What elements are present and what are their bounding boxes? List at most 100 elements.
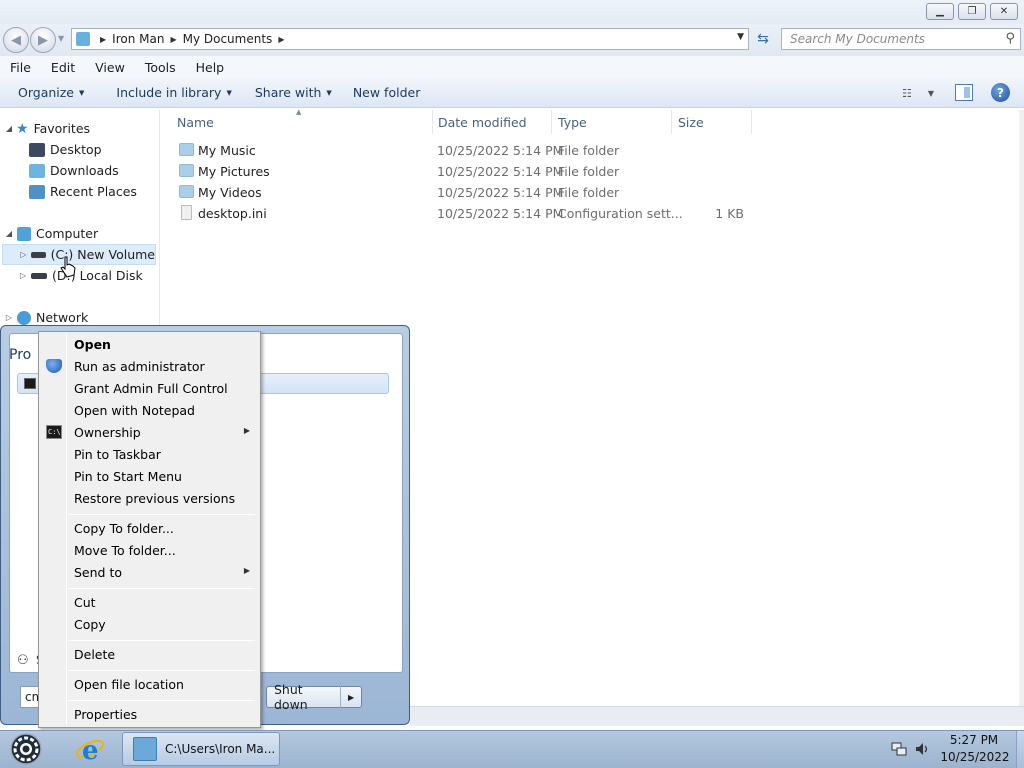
- vertical-scrollbar[interactable]: [1019, 110, 1024, 706]
- show-desktop-button[interactable]: [1016, 731, 1024, 768]
- ctx-open-file-location[interactable]: Open file location: [41, 673, 258, 695]
- address-bar[interactable]: ▶ Iron Man ▶ My Documents ▶ ▼: [71, 28, 749, 50]
- breadcrumb-separator-icon[interactable]: ▶: [100, 35, 106, 44]
- clock-time[interactable]: 5:27 PM: [944, 733, 1004, 747]
- folder-location-icon: [76, 32, 90, 46]
- column-date-modified[interactable]: Date modified: [432, 110, 552, 134]
- collapse-arrow-icon[interactable]: ◢: [4, 124, 14, 133]
- expand-arrow-icon[interactable]: ▷: [19, 250, 28, 259]
- ctx-pin-taskbar[interactable]: Pin to Taskbar: [41, 443, 258, 465]
- file-row[interactable]: My Music 10/25/2022 5:14 PM File folder: [162, 140, 762, 161]
- clock-date[interactable]: 10/25/2022: [938, 750, 1012, 764]
- help-icon[interactable]: ?: [991, 83, 1010, 102]
- start-button[interactable]: [7, 732, 45, 766]
- internet-explorer-taskbar-button[interactable]: e: [74, 733, 106, 766]
- close-icon: ✕: [999, 6, 1009, 17]
- close-button[interactable]: ✕: [990, 3, 1018, 20]
- menu-view[interactable]: View: [85, 60, 135, 75]
- ctx-restore-previous[interactable]: Restore previous versions: [41, 487, 258, 509]
- change-view-button[interactable]: ☷ ▼: [902, 84, 942, 102]
- ctx-delete-label: Delete: [74, 647, 116, 662]
- breadcrumb-separator-icon[interactable]: ▶: [170, 35, 176, 44]
- nav-downloads[interactable]: Downloads: [26, 160, 119, 181]
- explorer-taskbar-button[interactable]: C:\Users\Iron Ma...: [122, 732, 280, 766]
- file-row[interactable]: My Videos 10/25/2022 5:14 PM File folder: [162, 182, 762, 203]
- nav-recent-places[interactable]: Recent Places: [26, 181, 137, 202]
- nav-desktop[interactable]: Desktop: [26, 139, 102, 160]
- ctx-ownership[interactable]: C:\ Ownership ▶: [41, 421, 258, 443]
- ctx-grant-admin[interactable]: Grant Admin Full Control: [41, 377, 258, 399]
- binoculars-icon: ⚇: [17, 653, 29, 668]
- file-name: My Videos: [198, 185, 262, 200]
- menu-separator: [69, 640, 255, 641]
- expand-arrow-icon[interactable]: ▷: [4, 313, 14, 322]
- ctx-properties[interactable]: Properties: [41, 703, 258, 725]
- file-name: desktop.ini: [198, 206, 267, 221]
- nav-computer[interactable]: ◢ Computer: [4, 223, 98, 244]
- shutdown-button[interactable]: Shut down ▶: [266, 682, 362, 712]
- column-type[interactable]: Type: [552, 110, 672, 134]
- column-name[interactable]: Name: [171, 110, 433, 134]
- expand-arrow-icon[interactable]: ▷: [18, 271, 28, 280]
- downloads-icon: [29, 163, 45, 178]
- volume-tray-icon[interactable]: [914, 741, 930, 757]
- ctx-cut-label: Cut: [74, 595, 96, 610]
- network-icon: [17, 310, 31, 325]
- back-button[interactable]: ◀: [3, 27, 29, 53]
- chevron-down-icon: ▼: [927, 88, 935, 98]
- submenu-arrow-icon: ▶: [243, 566, 250, 575]
- network-tray-icon[interactable]: [891, 741, 907, 757]
- recent-pages-dropdown[interactable]: ▼: [58, 34, 64, 43]
- minimize-button[interactable]: ▁: [926, 3, 954, 20]
- include-in-library-button[interactable]: Include in library ▼: [107, 85, 240, 100]
- search-icon[interactable]: ⚲: [1005, 31, 1015, 46]
- share-with-label: Share with: [254, 85, 322, 100]
- hard-drive-icon: [31, 272, 47, 279]
- chevron-down-icon: ▼: [79, 88, 85, 97]
- menu-separator: [69, 670, 255, 671]
- breadcrumb-folder[interactable]: My Documents: [183, 32, 273, 46]
- nav-favorites[interactable]: ◢ ★ Favorites: [4, 118, 90, 139]
- refresh-button[interactable]: ⇆: [752, 28, 774, 50]
- file-row[interactable]: desktop.ini 10/25/2022 5:14 PM Configura…: [162, 203, 762, 224]
- nav-drive-c[interactable]: ▷ (C:) New Volume: [2, 244, 156, 265]
- ctx-open[interactable]: Open: [41, 333, 258, 355]
- collapse-arrow-icon[interactable]: ◢: [4, 229, 14, 238]
- back-arrow-icon: ◀: [11, 32, 21, 48]
- shutdown-options-arrow-icon[interactable]: ▶: [341, 693, 361, 702]
- command-bar: Organize ▼ Include in library ▼ Share with…: [0, 78, 1024, 108]
- menu-help[interactable]: Help: [186, 60, 235, 75]
- ctx-delete[interactable]: Delete: [41, 643, 258, 665]
- command-prompt-icon: [24, 378, 36, 389]
- ctx-send-to-label: Send to: [74, 565, 123, 580]
- ctx-open-notepad[interactable]: Open with Notepad: [41, 399, 258, 421]
- ctx-pin-start[interactable]: Pin to Start Menu: [41, 465, 258, 487]
- share-with-button[interactable]: Share with ▼: [246, 85, 341, 100]
- menu-tools[interactable]: Tools: [135, 60, 186, 75]
- ctx-run-as-admin[interactable]: Run as administrator: [41, 355, 258, 377]
- new-folder-button[interactable]: New folder: [344, 85, 430, 100]
- ctx-move-to-folder[interactable]: Move To folder...: [41, 539, 258, 561]
- breadcrumb-user[interactable]: Iron Man: [112, 32, 164, 46]
- search-input[interactable]: Search My Documents ⚲: [781, 28, 1021, 50]
- ctx-run-as-admin-label: Run as administrator: [74, 359, 205, 374]
- menu-edit[interactable]: Edit: [41, 60, 85, 75]
- horizontal-scrollbar[interactable]: [410, 706, 1024, 726]
- ctx-copy[interactable]: Copy: [41, 613, 258, 635]
- breadcrumb-separator-icon[interactable]: ▶: [278, 35, 284, 44]
- forward-button[interactable]: ▶: [30, 27, 56, 53]
- ctx-copy-to-folder[interactable]: Copy To folder...: [41, 517, 258, 539]
- file-row[interactable]: My Pictures 10/25/2022 5:14 PM File fold…: [162, 161, 762, 182]
- minimize-icon: ▁: [936, 6, 944, 17]
- title-bar[interactable]: ▁ ❐ ✕: [0, 0, 1024, 24]
- folder-icon: [179, 143, 194, 156]
- ctx-send-to[interactable]: Send to ▶: [41, 561, 258, 583]
- column-size[interactable]: Size: [672, 110, 752, 134]
- address-dropdown-icon[interactable]: ▼: [737, 32, 744, 42]
- menu-file[interactable]: File: [0, 60, 41, 75]
- restore-button[interactable]: ❐: [958, 3, 986, 20]
- organize-button[interactable]: Organize ▼: [9, 85, 93, 100]
- nav-computer-label: Computer: [36, 226, 99, 241]
- preview-pane-button[interactable]: [955, 84, 973, 101]
- ctx-cut[interactable]: Cut: [41, 591, 258, 613]
